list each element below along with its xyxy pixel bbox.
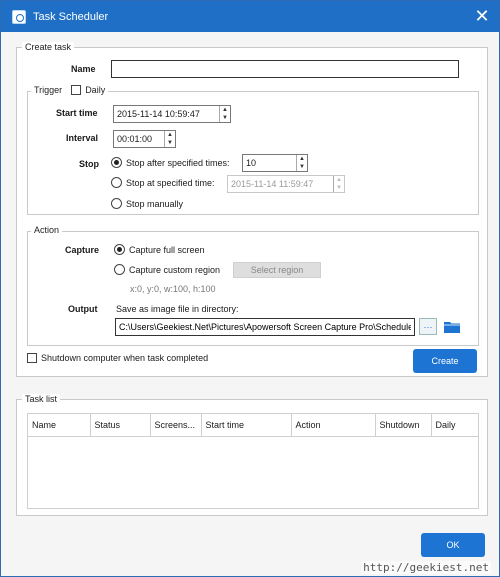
output-label: Output — [68, 304, 98, 314]
shutdown-label: Shutdown computer when task completed — [41, 353, 209, 363]
output-path-input[interactable] — [115, 318, 415, 336]
interval-picker[interactable]: 00:01:00 ▲ ▼ — [113, 130, 176, 148]
start-time-picker[interactable]: 2015-11-14 10:59:47 ▲ ▼ — [113, 105, 231, 123]
action-label: Action — [31, 225, 63, 235]
action-panel: Action Capture Capture full screen Captu… — [27, 225, 479, 346]
stop-at-time-picker: 2015-11-14 11:59:47 ▲ ▼ — [227, 175, 345, 193]
daily-label: Daily — [85, 85, 106, 95]
capture-custom-region-option[interactable]: Capture custom region — [114, 264, 220, 275]
task-list-table: Name Status Screens... Start time Action… — [27, 413, 479, 509]
column-action[interactable]: Action — [291, 414, 376, 437]
start-time-spinner[interactable]: ▲ ▼ — [219, 106, 230, 122]
region-info: x:0, y:0, w:100, h:100 — [130, 284, 216, 294]
column-screenshots[interactable]: Screens... — [150, 414, 202, 437]
stop-after-times-radio[interactable] — [111, 157, 122, 168]
folder-icon[interactable] — [443, 320, 461, 334]
capture-full-screen-radio[interactable] — [114, 244, 125, 255]
task-list-panel: Task list Name Status Screens... Start t… — [16, 394, 488, 516]
create-task-label: Create task — [22, 42, 75, 52]
name-input[interactable] — [111, 60, 459, 78]
title-bar: Task Scheduler ✕ — [1, 1, 499, 32]
stop-manually-radio[interactable] — [111, 198, 122, 209]
capture-full-screen-option[interactable]: Capture full screen — [114, 244, 205, 255]
shutdown-checkbox[interactable] — [27, 353, 37, 363]
trigger-header: Trigger Daily — [31, 85, 109, 95]
interval-spinner[interactable]: ▲ ▼ — [164, 131, 175, 147]
name-label: Name — [71, 64, 96, 74]
task-scheduler-window: Task Scheduler ✕ Create task Name Trigge… — [0, 0, 500, 577]
close-button[interactable]: ✕ — [473, 7, 491, 25]
daily-checkbox[interactable] — [71, 85, 82, 95]
column-status[interactable]: Status — [90, 414, 151, 437]
create-task-panel: Create task Name Trigger Daily Start tim… — [16, 42, 488, 377]
stop-times-spinner[interactable]: ▲ ▼ — [296, 155, 307, 171]
task-list-label: Task list — [22, 394, 61, 404]
column-start-time[interactable]: Start time — [201, 414, 292, 437]
stop-label: Stop — [79, 159, 99, 169]
app-icon — [12, 9, 26, 24]
capture-custom-region-radio[interactable] — [114, 264, 125, 275]
output-description: Save as image file in directory: — [116, 304, 239, 314]
trigger-panel: Trigger Daily Start time 2015-11-14 10:5… — [27, 85, 479, 215]
start-time-label: Start time — [56, 108, 98, 118]
column-daily[interactable]: Daily — [431, 414, 478, 437]
browse-button[interactable]: ··· — [419, 318, 437, 335]
stop-manually-option[interactable]: Stop manually — [111, 198, 183, 209]
shutdown-option[interactable]: Shutdown computer when task completed — [27, 353, 208, 363]
capture-label: Capture — [65, 245, 100, 255]
column-shutdown[interactable]: Shutdown — [375, 414, 432, 437]
window-title: Task Scheduler — [33, 10, 109, 23]
column-name[interactable]: Name — [28, 414, 91, 437]
ok-button[interactable]: OK — [421, 533, 485, 557]
create-button[interactable]: Create — [413, 349, 477, 373]
dialog-body: Create task Name Trigger Daily Start tim… — [1, 32, 499, 576]
trigger-label: Trigger — [34, 85, 63, 95]
stop-at-time-radio[interactable] — [111, 177, 122, 188]
task-list-header: Name Status Screens... Start time Action… — [28, 414, 478, 437]
interval-label: Interval — [66, 133, 99, 143]
stop-times-stepper[interactable]: 10 ▲ ▼ — [242, 154, 308, 172]
select-region-button: Select region — [233, 262, 321, 278]
watermark: http://geekiest.net — [361, 561, 491, 574]
stop-at-time-option[interactable]: Stop at specified time: — [111, 177, 215, 188]
stop-after-times-option[interactable]: Stop after specified times: — [111, 157, 230, 168]
